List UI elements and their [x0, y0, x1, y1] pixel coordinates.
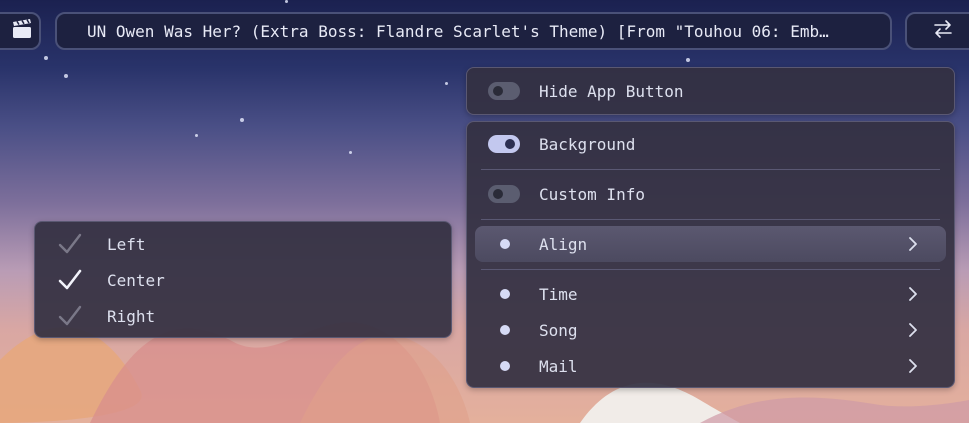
align-submenu: Left Center Right — [34, 221, 452, 338]
menu-item-align[interactable]: Align — [475, 226, 946, 262]
song-label: Song — [539, 320, 578, 340]
star — [285, 0, 288, 3]
bullet-icon — [500, 325, 510, 335]
chevron-right-icon — [909, 237, 917, 251]
swap-button[interactable] — [905, 12, 969, 50]
star — [445, 82, 448, 85]
checkmark-icon — [58, 305, 82, 326]
checkmark-icon — [58, 269, 82, 290]
align-option-label: Left — [107, 234, 146, 254]
background-label: Background — [539, 134, 636, 154]
checkmark-icon — [58, 233, 82, 254]
star — [64, 74, 68, 78]
menu-item-song[interactable]: Song — [475, 312, 946, 348]
align-option-label: Center — [107, 270, 165, 290]
menu-item-time[interactable]: Time — [475, 276, 946, 312]
star — [240, 118, 244, 122]
now-playing-title[interactable]: UN Owen Was Her? (Extra Boss: Flandre Sc… — [55, 12, 892, 50]
align-option-left[interactable]: Left — [57, 229, 437, 259]
align-option-right[interactable]: Right — [57, 301, 437, 331]
star — [195, 134, 198, 137]
hide-app-button-label: Hide App Button — [539, 81, 684, 101]
divider — [481, 219, 940, 220]
clapperboard-icon — [11, 19, 33, 43]
star — [44, 56, 48, 60]
divider — [481, 169, 940, 170]
bullet-icon — [500, 239, 510, 249]
menu-item-mail[interactable]: Mail — [475, 348, 946, 384]
chevron-right-icon — [909, 359, 917, 373]
hide-app-button-panel: Hide App Button — [466, 67, 955, 115]
custom-info-toggle-row[interactable]: Custom Info — [475, 176, 946, 212]
align-option-label: Right — [107, 306, 156, 326]
time-label: Time — [539, 284, 578, 304]
song-title-text: UN Owen Was Her? (Extra Boss: Flandre Sc… — [87, 21, 829, 41]
mail-label: Mail — [539, 356, 578, 376]
align-option-center[interactable]: Center — [57, 265, 437, 295]
star — [686, 58, 690, 62]
swap-arrows-icon — [932, 19, 954, 43]
chevron-right-icon — [909, 323, 917, 337]
star — [349, 151, 352, 154]
align-label: Align — [539, 234, 588, 254]
custom-info-label: Custom Info — [539, 184, 645, 204]
custom-info-toggle[interactable] — [488, 185, 520, 203]
divider — [481, 269, 940, 270]
chevron-right-icon — [909, 287, 917, 301]
app-button[interactable] — [0, 12, 41, 50]
bullet-icon — [500, 361, 510, 371]
hide-app-button-toggle[interactable] — [488, 82, 520, 100]
background-toggle[interactable] — [488, 135, 520, 153]
hide-app-button-toggle-row[interactable]: Hide App Button — [475, 73, 946, 109]
background-toggle-row[interactable]: Background — [475, 126, 946, 162]
bullet-icon — [500, 289, 510, 299]
settings-menu: Background Custom Info Align Time Song M… — [466, 121, 955, 388]
